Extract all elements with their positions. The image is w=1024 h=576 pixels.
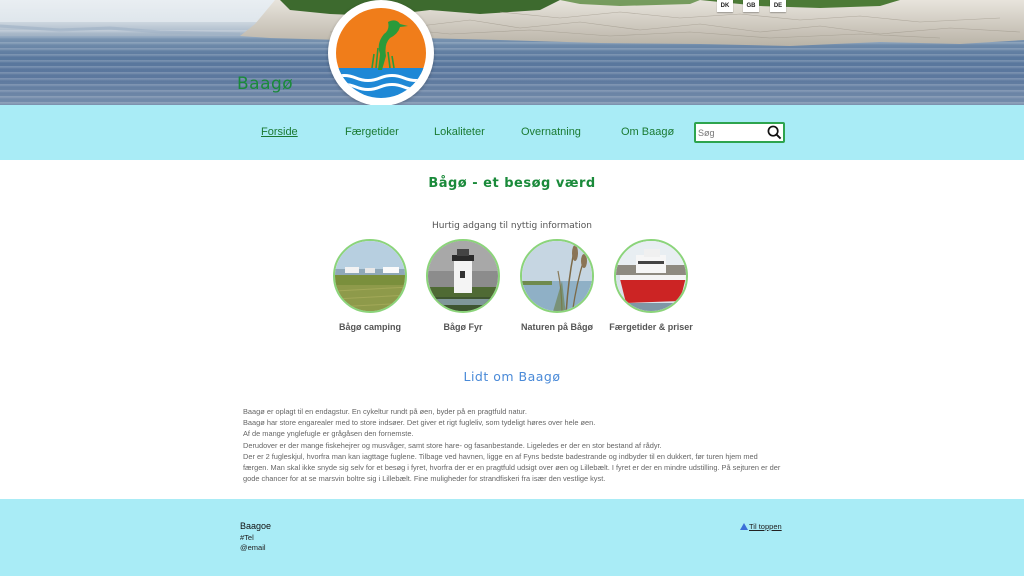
back-to-top-label: Til toppen xyxy=(749,522,782,531)
about-line: Baagø er oplagt til en endagstur. En cyk… xyxy=(243,407,527,416)
reeds-photo xyxy=(520,239,594,313)
nav-item-lokaliteter[interactable]: Lokaliteter xyxy=(434,126,485,138)
nav-item-om-baagoe[interactable]: Om Baagø xyxy=(621,126,674,138)
heron-logo[interactable] xyxy=(328,0,434,105)
footer-tel: #Tel xyxy=(240,533,254,542)
about-line: Der er 2 fugleskjul, hvorfra man kan iag… xyxy=(243,451,781,484)
site-brand-name[interactable]: Baagø xyxy=(237,74,293,94)
about-text: Baagø er oplagt til en endagstur. En cyk… xyxy=(243,406,783,484)
nav-item-overnatning[interactable]: Overnatning xyxy=(521,126,581,138)
about-line: Baagø har store engarealer med to store … xyxy=(243,418,596,428)
card-label: Færgetider & priser xyxy=(609,322,693,332)
camping-photo xyxy=(333,239,407,313)
search-input[interactable] xyxy=(698,126,766,140)
nav-item-forside[interactable]: Forside xyxy=(261,126,298,138)
lang-de-button[interactable]: DE xyxy=(770,0,786,12)
footer: Baagoe #Tel @email Til toppen xyxy=(0,499,1024,576)
footer-email: @email xyxy=(240,543,266,552)
nav-item-faergetider[interactable]: Færgetider xyxy=(345,126,399,138)
ferry-photo xyxy=(614,239,688,313)
main-navigation: Forside Færgetider Lokaliteter Overnatni… xyxy=(0,105,1024,160)
lighthouse-photo xyxy=(426,239,500,313)
search-box xyxy=(694,122,785,143)
lang-dk-button[interactable]: DK xyxy=(717,0,733,12)
card-faergetider-priser[interactable]: Færgetider & priser xyxy=(591,239,711,332)
page-title: Bågø - et besøg værd xyxy=(428,176,596,191)
about-heading: Lidt om Baagø xyxy=(463,369,561,384)
hero-banner: Baagø DK GB DE xyxy=(0,0,1024,105)
lang-gb-button[interactable]: GB xyxy=(743,0,759,12)
arrow-up-icon xyxy=(740,523,748,530)
footer-name: Baagoe xyxy=(240,521,272,531)
rocky-coast xyxy=(0,0,1024,46)
back-to-top-link[interactable]: Til toppen xyxy=(740,522,782,531)
quick-access-heading: Hurtig adgang til nyttig information xyxy=(431,221,592,231)
about-line: Derudover er der mange fiskehejrer og mu… xyxy=(243,440,662,450)
magnifier-icon[interactable] xyxy=(767,125,782,140)
about-line: Af de mange ynglefugle er grågåsen den f… xyxy=(243,429,414,439)
